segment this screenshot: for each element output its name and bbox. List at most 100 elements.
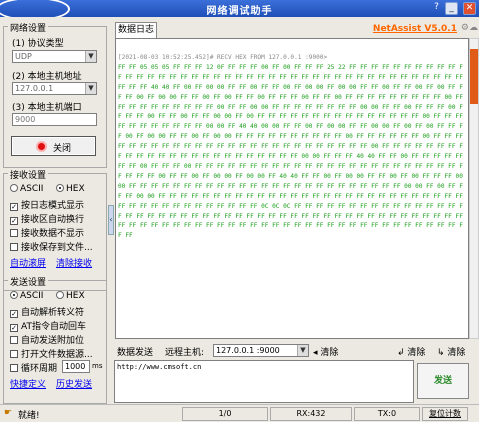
version-link[interactable]: NetAssist V5.0.1 <box>373 24 457 34</box>
close-connection-label: 关闭 <box>53 144 72 154</box>
clear-all-label: 清除 <box>447 348 466 358</box>
receive-log-text: [2021-08-03 10:52:25.452]# RECV HEX FROM… <box>118 53 464 241</box>
remote-host-value: 127.0.0.1 :9000 <box>216 346 280 355</box>
return-icon: ↲ <box>397 348 408 358</box>
network-group-title: 网络设置 <box>8 21 49 34</box>
receive-scrollbar[interactable] <box>469 38 479 339</box>
remote-host-label: 远程主机: <box>165 348 205 358</box>
close-window-button[interactable]: ✕ <box>463 2 476 15</box>
recv-ascii-label: ASCII <box>20 184 44 194</box>
send-option-label: 自动解析转义符 <box>21 308 85 318</box>
window-title: 网络调试助手 <box>206 6 273 17</box>
receive-settings-group: 接收设置 ASCII HEX ✓ 按日志模式显示 ✓ 接收区自动换行 接收数据不显示… <box>3 168 107 291</box>
checkbox-checked-icon: ✓ <box>10 324 18 332</box>
send-option-at-enter[interactable]: ✓ AT指令自动回车 <box>10 319 86 332</box>
reset-count-button[interactable]: 复位计数 <box>422 407 468 421</box>
protocol-value: UDP <box>15 52 32 61</box>
send-hex-radio[interactable]: HEX <box>56 291 85 301</box>
chevron-down-icon: ▼ <box>85 51 96 62</box>
recv-option-label: 接收数据不显示 <box>21 229 85 239</box>
clear-send-label: 清除 <box>407 348 426 358</box>
host-label: (2) 本地主机地址 <box>12 72 82 82</box>
clear-remote-label: 清除 <box>320 348 339 358</box>
recv-hex-radio[interactable]: HEX <box>56 184 85 194</box>
host-value: 127.0.0.1 <box>15 84 54 93</box>
recv-hex-label: HEX <box>66 184 85 194</box>
log-hex-data: FF FF 05 05 05 FF FF FF 12 0F FF FF FF 0… <box>118 63 463 240</box>
radio-selected-icon <box>56 184 64 192</box>
clear-send-button[interactable]: ↲ 清除 <box>397 345 425 358</box>
send-settings-group: 发送设置 ASCII HEX ✓ 自动解析转义符 ✓ AT指令自动回车 自动发送附加… <box>3 275 107 404</box>
checkbox-icon <box>10 364 18 372</box>
recv-ascii-radio[interactable]: ASCII <box>10 184 43 194</box>
checkbox-checked-icon: ✓ <box>10 203 18 211</box>
send-ascii-label: ASCII <box>20 291 44 301</box>
shortcut-link[interactable]: 快捷定义 <box>10 377 46 390</box>
recv-option-auto-wrap[interactable]: ✓ 接收区自动换行 <box>10 212 84 225</box>
clear-remote-button[interactable]: ◂ 清除 <box>313 345 338 358</box>
radio-icon <box>56 291 64 299</box>
recv-option-label: 按日志模式显示 <box>21 201 85 211</box>
checkbox-icon <box>10 350 18 358</box>
settings-panel: 网络设置 (1) 协议类型 UDP ▼ (2) 本地主机地址 127.0.0.1… <box>0 18 113 404</box>
port-input[interactable]: 9000 <box>12 113 97 126</box>
checkbox-checked-icon: ✓ <box>10 217 18 225</box>
status-bar: ☛ 就绪! 1/0 RX:432 TX:0 复位计数 <box>0 404 479 422</box>
status-dot-icon <box>36 141 47 152</box>
recv-option-label: 接收区自动换行 <box>21 215 85 225</box>
log-header-line: [2021-08-03 10:52:25.452]# RECV HEX FROM… <box>118 54 328 61</box>
status-ready: 就绪! <box>18 411 40 421</box>
close-connection-button[interactable]: 关闭 <box>11 136 96 156</box>
send-section-label: 数据发送 <box>117 348 154 358</box>
recv-option-save-file[interactable]: 接收保存到文件... <box>10 240 93 253</box>
send-option-cycle[interactable]: 循环周期 <box>10 361 57 374</box>
cloud-icon[interactable]: ☁ <box>469 23 478 33</box>
checkbox-icon <box>10 229 18 237</box>
send-ascii-radio[interactable]: ASCII <box>10 291 43 301</box>
radio-selected-icon <box>10 291 18 299</box>
status-tx: TX:0 <box>354 407 420 421</box>
protocol-select[interactable]: UDP ▼ <box>12 50 97 63</box>
send-option-open-file[interactable]: 打开文件数据源... <box>10 347 93 360</box>
remote-host-select[interactable]: 127.0.0.1 :9000 ▼ <box>213 344 309 357</box>
send-option-label: 自动发送附加位 <box>21 336 85 346</box>
return-icon: ↳ <box>437 348 448 358</box>
send-button[interactable]: 发送 <box>417 363 469 399</box>
checkbox-checked-icon: ✓ <box>10 310 18 318</box>
clear-all-button[interactable]: ↳ 清除 <box>437 345 465 358</box>
chevron-down-icon: ▼ <box>297 345 308 356</box>
scrollbar-thumb[interactable] <box>470 49 478 104</box>
recv-option-log-mode[interactable]: ✓ 按日志模式显示 <box>10 198 84 211</box>
protocol-label: (1) 协议类型 <box>12 39 64 49</box>
port-label: (3) 本地主机端口 <box>12 103 82 113</box>
history-link[interactable]: 历史发送 <box>56 377 92 390</box>
cycle-input[interactable]: 1000 <box>62 360 90 373</box>
status-icon: ☛ <box>4 408 13 418</box>
log-tab-bar: 数据日志 NetAssist V5.0.1 ⚙ ☁ <box>115 19 479 38</box>
minimize-button[interactable]: _ <box>445 2 458 15</box>
settings-icon[interactable]: ⚙ <box>461 23 469 33</box>
recv-option-hide-data[interactable]: 接收数据不显示 <box>10 226 84 239</box>
status-count: 1/0 <box>182 407 268 421</box>
send-toolbar: 数据发送 远程主机: 127.0.0.1 :9000 ▼ ◂ 清除 ↲ 清除 ↳… <box>115 342 479 360</box>
clear-receive-link[interactable]: 清除接收 <box>56 256 92 269</box>
send-option-label: AT指令自动回车 <box>21 322 86 332</box>
help-icon[interactable]: ? <box>430 2 443 15</box>
send-group-title: 发送设置 <box>8 275 49 288</box>
receive-log-area[interactable]: [2021-08-03 10:52:25.452]# RECV HEX FROM… <box>115 38 469 339</box>
radio-icon <box>10 184 18 192</box>
autoscroll-link[interactable]: 自动滚屏 <box>10 256 46 269</box>
cycle-unit: ms <box>92 362 103 370</box>
send-option-append[interactable]: 自动发送附加位 <box>10 333 84 346</box>
chevron-down-icon: ▼ <box>85 83 96 94</box>
host-select[interactable]: 127.0.0.1 ▼ <box>12 82 97 95</box>
title-bar[interactable]: 网络调试助手 ? _ ✕ <box>0 0 479 17</box>
send-option-label: 循环周期 <box>21 364 58 374</box>
checkbox-icon <box>10 243 18 251</box>
tab-data-log[interactable]: 数据日志 <box>115 22 157 38</box>
panel-collapse-handle[interactable]: ‹ <box>108 205 114 235</box>
receive-group-title: 接收设置 <box>8 168 49 181</box>
send-option-escape[interactable]: ✓ 自动解析转义符 <box>10 305 84 318</box>
checkbox-icon <box>10 336 18 344</box>
send-input[interactable]: http://www.cmsoft.cn <box>114 360 414 403</box>
